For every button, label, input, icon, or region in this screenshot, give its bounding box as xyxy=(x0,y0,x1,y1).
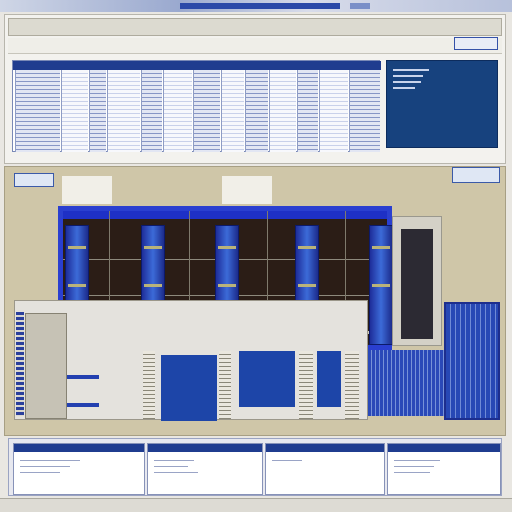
wall-panel xyxy=(25,313,67,419)
side-wall xyxy=(392,216,442,346)
info-line xyxy=(393,69,429,71)
window-header xyxy=(8,18,502,36)
stair-column xyxy=(143,351,155,419)
stair-column xyxy=(219,351,231,419)
info-line xyxy=(393,87,415,89)
window-band xyxy=(67,375,99,379)
glass-facade xyxy=(444,302,500,420)
bottom-panel xyxy=(8,438,502,496)
table-column[interactable] xyxy=(141,70,162,152)
table-column[interactable] xyxy=(319,70,348,152)
top-menu-strip xyxy=(0,0,512,12)
info-panel xyxy=(386,60,498,148)
viewport-right-button[interactable] xyxy=(452,167,500,183)
viewport-left-button[interactable] xyxy=(14,173,54,187)
table-column[interactable] xyxy=(245,70,268,152)
table-column[interactable] xyxy=(297,70,318,152)
window-opening xyxy=(62,176,112,204)
table-column[interactable] xyxy=(163,70,192,152)
column-pillar[interactable] xyxy=(369,225,393,345)
table-column[interactable] xyxy=(15,70,60,152)
info-card[interactable] xyxy=(387,443,501,495)
glass-facade-lower xyxy=(368,350,444,416)
entrance-door[interactable] xyxy=(317,351,341,407)
info-card[interactable] xyxy=(147,443,263,495)
ground-floor xyxy=(14,300,368,421)
menu-bar-segment[interactable] xyxy=(180,3,340,9)
toolbar xyxy=(8,38,502,54)
stair-column xyxy=(345,351,359,419)
stair-column xyxy=(299,351,313,419)
info-card[interactable] xyxy=(13,443,145,495)
entrance-door[interactable] xyxy=(239,351,295,407)
info-line xyxy=(393,75,423,77)
table-column[interactable] xyxy=(269,70,296,152)
table-column[interactable] xyxy=(61,70,88,152)
table-column[interactable] xyxy=(89,70,106,152)
left-column xyxy=(16,312,24,416)
menu-bar-segment[interactable] xyxy=(350,3,370,9)
table-column[interactable] xyxy=(193,70,220,152)
table-header-row xyxy=(13,61,381,70)
data-table xyxy=(12,60,381,152)
table-column[interactable] xyxy=(107,70,140,152)
top-beam xyxy=(63,211,387,219)
info-card[interactable] xyxy=(265,443,385,495)
window-opening xyxy=(222,176,272,204)
window-band xyxy=(67,403,99,407)
info-line xyxy=(393,81,421,83)
table-column[interactable] xyxy=(349,70,380,152)
entrance-door[interactable] xyxy=(161,355,217,421)
header-button[interactable] xyxy=(454,37,498,50)
status-bar xyxy=(0,498,512,512)
table-column[interactable] xyxy=(221,70,244,152)
